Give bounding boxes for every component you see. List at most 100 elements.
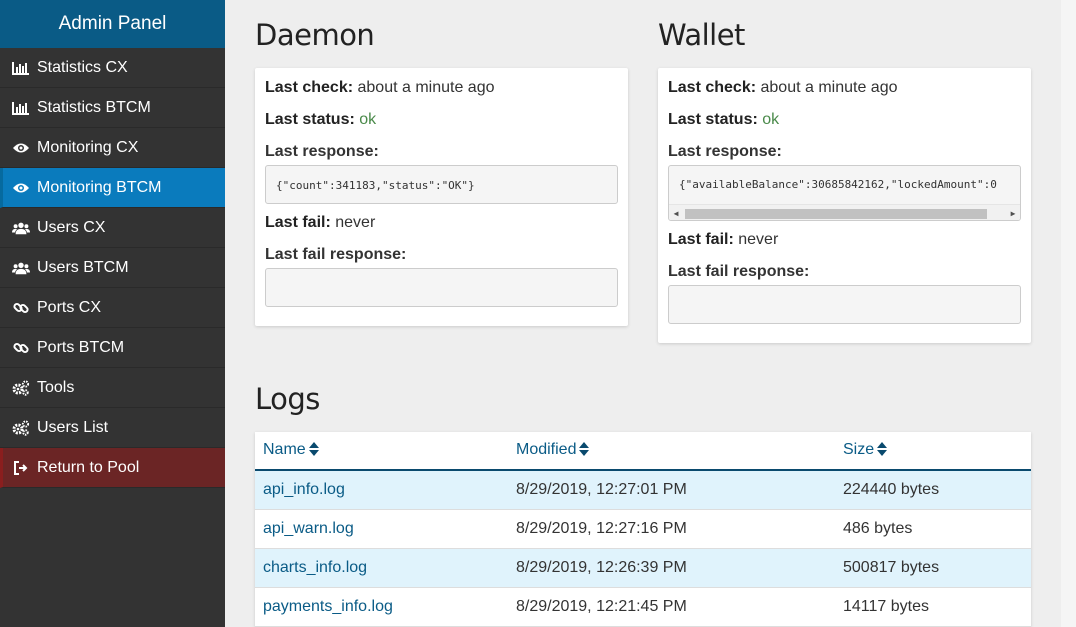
scroll-right-icon[interactable]: ▶ [1006,205,1020,220]
wallet-last-fail-response: Last fail response: [668,263,1021,285]
log-modified: 8/29/2019, 12:27:01 PM [516,481,687,498]
scroll-left-icon[interactable]: ◀ [669,205,683,220]
sign-out-icon [12,460,30,476]
sort-icon[interactable] [308,441,319,461]
bar-chart-icon [12,60,30,76]
sidebar-item-label: Return to Pool [37,458,140,476]
wallet-last-fail: Last fail: never [668,231,1021,263]
sidebar-item-label: Users CX [37,218,106,236]
daemon-response-box[interactable]: {"count":341183,"status":"OK"} [265,165,618,204]
column-header-name[interactable]: Name [255,441,508,461]
last-check-value: about a minute ago [760,79,898,96]
sidebar-item-label: Monitoring BTCM [37,178,162,196]
users-icon [12,260,30,276]
wallet-last-status: Last status: ok [668,111,1021,143]
log-modified: 8/29/2019, 12:26:39 PM [516,559,687,576]
table-header: Name Modified Size [255,432,1031,471]
daemon-last-fail-response: Last fail response: [265,246,618,268]
sidebar-item-label: Users BTCM [37,258,129,276]
log-file-link[interactable]: api_info.log [255,481,508,499]
last-fail-label: Last fail: [668,231,734,248]
column-header-size[interactable]: Size [835,441,1031,461]
status-ok: ok [762,111,780,128]
last-status-label: Last status: [668,111,758,128]
sidebar-item-users-list[interactable]: Users List [0,408,225,448]
sidebar-item-return-to-pool[interactable]: Return to Pool [0,448,225,488]
table-row: charts_info.log 8/29/2019, 12:26:39 PM 5… [255,549,1031,588]
eye-icon [12,140,30,156]
table-row: api_info.log 8/29/2019, 12:27:01 PM 2244… [255,471,1031,510]
sidebar-item-users-cx[interactable]: Users CX [0,208,225,248]
wallet-response-box[interactable]: {"availableBalance":30685842162,"lockedA… [668,165,1021,221]
gears-icon [12,379,30,396]
bar-chart-icon [12,100,30,116]
table-row: payments_info.log 8/29/2019, 12:21:45 PM… [255,588,1031,627]
wallet-last-check: Last check: about a minute ago [668,79,1021,111]
sidebar-item-users-btcm[interactable]: Users BTCM [0,248,225,288]
daemon-last-check: Last check: about a minute ago [265,79,618,111]
logs-title: Logs [255,382,320,416]
sidebar-item-label: Statistics CX [37,58,128,76]
link-icon [12,340,30,356]
log-file-link[interactable]: charts_info.log [255,559,508,577]
last-status-label: Last status: [265,111,355,128]
main-content: Daemon Wallet Last check: about a minute… [225,0,1061,627]
last-fail-response-label: Last fail response: [265,246,407,263]
daemon-last-response: Last response: [265,143,618,165]
log-file-link[interactable]: api_warn.log [255,520,508,538]
page-scrollbar[interactable] [1061,0,1076,627]
users-icon [12,220,30,236]
wallet-panel: Last check: about a minute ago Last stat… [658,68,1031,343]
sidebar-item-ports-cx[interactable]: Ports CX [0,288,225,328]
sidebar-item-ports-btcm[interactable]: Ports BTCM [0,328,225,368]
last-fail-value: never [738,231,779,248]
log-size: 500817 bytes [843,559,940,576]
daemon-title: Daemon [255,18,375,52]
wallet-response-text: {"availableBalance":30685842162,"lockedA… [679,178,997,191]
sidebar-item-label: Users List [37,418,109,436]
wallet-fail-response-box[interactable] [668,285,1021,324]
sidebar-item-label: Ports BTCM [37,338,125,356]
last-check-value: about a minute ago [357,79,495,96]
last-response-label: Last response: [265,143,379,160]
sidebar-item-statistics-btcm[interactable]: Statistics BTCM [0,88,225,128]
eye-icon [12,180,30,196]
last-check-label: Last check: [265,79,354,96]
last-fail-value: never [335,214,376,231]
wallet-last-response: Last response: [668,143,1021,165]
log-modified: 8/29/2019, 12:27:16 PM [516,520,687,537]
sidebar-item-tools[interactable]: Tools [0,368,225,408]
log-file-link[interactable]: payments_info.log [255,598,508,616]
daemon-last-fail: Last fail: never [265,214,618,246]
last-fail-response-label: Last fail response: [668,263,810,280]
daemon-fail-response-box[interactable] [265,268,618,307]
sidebar-item-label: Ports CX [37,298,102,316]
column-header-modified[interactable]: Modified [508,441,835,461]
log-size: 224440 bytes [843,481,940,498]
log-modified: 8/29/2019, 12:21:45 PM [516,598,687,615]
daemon-last-status: Last status: ok [265,111,618,143]
horizontal-scrollbar[interactable]: ◀ ▶ [669,204,1020,220]
sidebar-item-monitoring-btcm[interactable]: Monitoring BTCM [0,168,225,208]
gears-icon [12,419,30,436]
sidebar-item-label: Tools [37,378,75,396]
link-icon [12,300,30,316]
sidebar-title: Admin Panel [0,0,225,48]
last-response-label: Last response: [668,143,782,160]
sidebar: Admin Panel Statistics CX Statistics BTC… [0,0,225,627]
sort-icon[interactable] [877,441,888,461]
sort-icon[interactable] [579,441,590,461]
last-fail-label: Last fail: [265,214,331,231]
sidebar-item-label: Statistics BTCM [37,98,151,116]
log-size: 14117 bytes [843,598,929,615]
table-row: api_warn.log 8/29/2019, 12:27:16 PM 486 … [255,510,1031,549]
wallet-title: Wallet [658,18,745,52]
sidebar-item-label: Monitoring CX [37,138,139,156]
logs-table: Name Modified Size api_info.log 8/29/201… [255,432,1031,627]
daemon-panel: Last check: about a minute ago Last stat… [255,68,628,326]
scrollbar-thumb[interactable] [685,209,987,219]
sidebar-item-statistics-cx[interactable]: Statistics CX [0,48,225,88]
status-ok: ok [359,111,377,128]
sidebar-item-monitoring-cx[interactable]: Monitoring CX [0,128,225,168]
last-check-label: Last check: [668,79,757,96]
